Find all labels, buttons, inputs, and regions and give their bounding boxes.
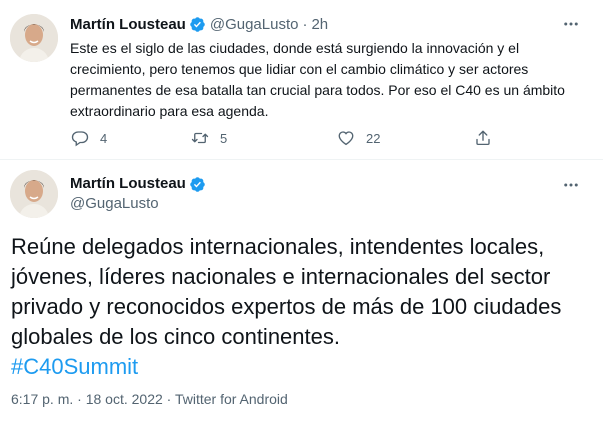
author-handle[interactable]: @GugaLusto: [210, 16, 299, 33]
separator: ·: [166, 391, 172, 407]
timestamp[interactable]: 2h: [311, 16, 328, 33]
more-button[interactable]: [560, 175, 582, 195]
avatar[interactable]: [10, 14, 58, 62]
verified-badge-icon: [190, 176, 205, 192]
hashtag-link[interactable]: #C40Summit: [11, 354, 138, 379]
tweet-header: Martín Lousteau @GugaLusto · 2h: [70, 14, 328, 34]
more-horizontal-icon: [564, 22, 578, 26]
reply-icon: [71, 131, 89, 147]
retweet-button[interactable]: 5: [191, 124, 227, 152]
more-button[interactable]: [560, 14, 582, 34]
tweet-header: Martín Lousteau @GugaLusto: [70, 174, 206, 214]
tweet-text-large: Reúne delegados internacionales, intende…: [11, 232, 591, 382]
author-name[interactable]: Martín Lousteau: [70, 16, 186, 33]
tweet-text: Reúne delegados internacionales, intende…: [11, 234, 562, 349]
reply-count: 4: [100, 130, 108, 146]
share-button[interactable]: [474, 124, 492, 152]
reply-button[interactable]: 4: [71, 124, 107, 152]
action-bar: 4 5 22: [60, 124, 500, 152]
avatar[interactable]: [10, 170, 58, 218]
avatar-portrait-icon: [10, 14, 58, 62]
retweet-count: 5: [220, 130, 228, 146]
tweet-text: Este es el siglo de las ciudades, donde …: [70, 40, 565, 119]
author-handle[interactable]: @GugaLusto: [70, 194, 206, 214]
separator: ·: [77, 391, 82, 407]
tweet-metadata: 6:17 p. m. · 18 oct. 2022 · Twitter for …: [11, 391, 288, 407]
more-horizontal-icon: [564, 183, 578, 187]
verified-badge-icon: [190, 16, 205, 32]
avatar-portrait-icon: [10, 170, 58, 218]
retweet-icon: [191, 132, 209, 144]
separator: ·: [302, 15, 308, 33]
share-icon: [476, 130, 490, 146]
tweet-time[interactable]: 6:17 p. m.: [11, 391, 73, 407]
like-count: 22: [366, 130, 381, 146]
tweet-reply[interactable]: Martín Lousteau @GugaLusto · 2h Este es …: [0, 0, 603, 160]
heart-icon: [338, 131, 354, 146]
tweet-date[interactable]: 18 oct. 2022: [86, 391, 163, 407]
author-name[interactable]: Martín Lousteau: [70, 174, 186, 194]
tweet-source[interactable]: Twitter for Android: [175, 391, 288, 407]
like-button[interactable]: 22: [337, 124, 380, 152]
